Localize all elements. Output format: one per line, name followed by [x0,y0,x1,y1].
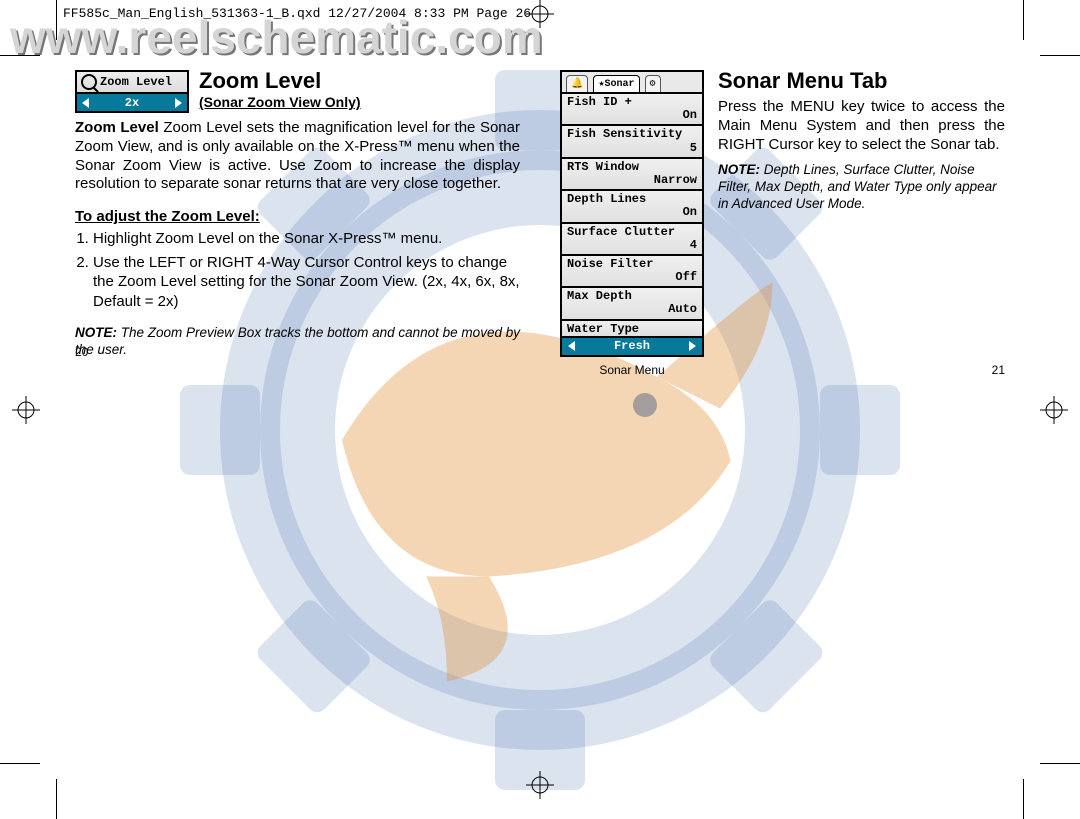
crop-mark [1040,763,1080,764]
zoom-note: NOTE: The Zoom Preview Box tracks the bo… [75,325,520,359]
crop-mark [56,779,57,819]
zoom-steps-list: Highlight Zoom Level on the Sonar X-Pres… [93,229,520,311]
sonar-tab-alarms: 🔔 [566,75,588,92]
sonar-item: RTS WindowNarrow [562,157,702,189]
left-page: Zoom Level 2x Zoom Level (Sonar Zoom Vie… [75,70,520,359]
watermark-url: www.reelschematic.com [10,10,543,64]
sonar-note: NOTE: Depth Lines, Surface Clutter, Nois… [718,162,1005,213]
zoom-step: Highlight Zoom Level on the Sonar X-Pres… [93,229,520,249]
sonar-screenshot-caption: Sonar Menu [560,363,704,377]
sonar-menu-body: Press the MENU key twice to access the M… [718,98,1005,154]
sonar-item: Fish ID +On [562,92,702,124]
crop-mark [0,763,40,764]
zoom-level-subtitle: (Sonar Zoom View Only) [199,94,361,110]
sonar-tabbar: 🔔 ★Sonar ⚙ [562,72,702,92]
left-page-number: 20 [75,345,88,359]
left-arrow-icon [82,98,89,108]
sonar-item: Fish Sensitivity5 [562,124,702,156]
sonar-item: Surface Clutter4 [562,222,702,254]
sonar-tab-setup: ⚙ [645,75,661,92]
left-arrow-icon [568,341,575,351]
sonar-item: Noise FilterOff [562,254,702,286]
zoom-screenshot-title: Zoom Level [100,75,172,89]
right-arrow-icon [689,341,696,351]
registration-mark [1040,396,1068,424]
adjust-zoom-heading: To adjust the Zoom Level: [75,208,520,225]
sonar-tab-sonar: ★Sonar [593,75,639,92]
zoom-screenshot-value: 2x [125,96,139,110]
zoom-level-screenshot: Zoom Level 2x [75,70,189,113]
crop-mark [1023,779,1024,819]
crop-mark [1023,0,1024,40]
zoom-level-body: Zoom Level Zoom Level sets the magnifica… [75,119,520,194]
registration-mark [12,396,40,424]
right-page-number: 21 [992,363,1005,377]
sonar-menu-title: Sonar Menu Tab [718,70,1005,92]
right-page: 🔔 ★Sonar ⚙ Fish ID +On Fish Sensitivity5… [560,70,1005,377]
right-arrow-icon [175,98,182,108]
sonar-item: Max DepthAuto [562,286,702,318]
sonar-screenshot-block: 🔔 ★Sonar ⚙ Fish ID +On Fish Sensitivity5… [560,70,704,377]
zoom-level-title: Zoom Level [199,70,361,92]
crop-mark [1040,55,1080,56]
registration-mark [526,771,554,799]
sonar-item-adjust: Fresh [562,336,702,355]
zoom-step: Use the LEFT or RIGHT 4-Way Cursor Contr… [93,253,520,312]
sonar-item: Depth LinesOn [562,189,702,221]
magnify-icon [81,74,97,90]
sonar-item: Water Type [562,319,702,336]
